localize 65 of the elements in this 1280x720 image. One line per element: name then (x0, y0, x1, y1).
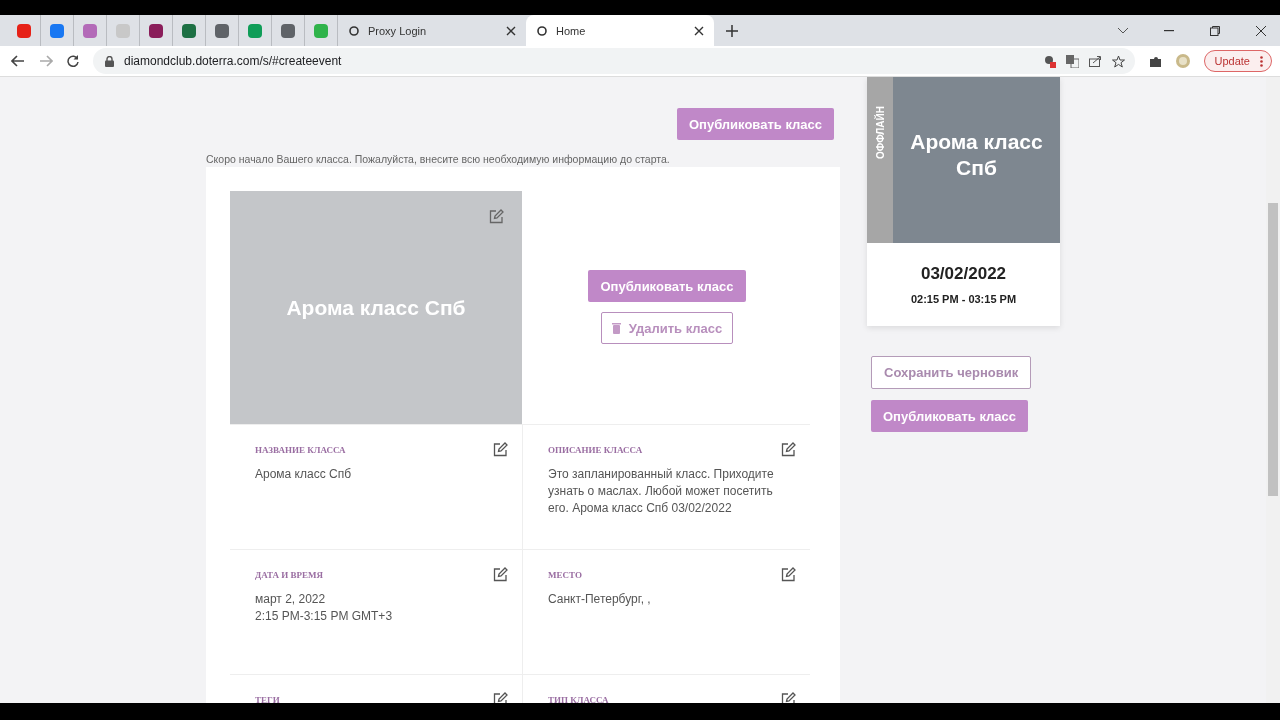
site-icon (83, 23, 97, 38)
field-label: НАЗВАНИЕ КЛАССА (255, 444, 346, 455)
field-label: ТЕГИ (255, 694, 280, 703)
field-label: ТИП КЛАССА (548, 694, 609, 703)
trash-icon (611, 322, 621, 334)
site-icon (348, 24, 360, 37)
back-icon[interactable] (11, 55, 25, 67)
browser-tab[interactable]: Home (526, 15, 714, 46)
field-label: ОПИСАНИЕ КЛАССА (548, 444, 643, 455)
publish-button[interactable]: Опубликовать класс (588, 270, 746, 302)
close-icon[interactable] (506, 25, 516, 36)
edit-icon[interactable] (493, 442, 508, 457)
cover-title: Арома класс Спб (286, 295, 466, 320)
field-value: Арома класс Спб (255, 466, 353, 483)
preview-time: 02:15 PM - 03:15 PM (909, 293, 1018, 305)
site-icon (149, 23, 163, 38)
translate-icon[interactable] (1065, 54, 1079, 68)
star-icon[interactable] (1111, 54, 1125, 68)
update-button[interactable]: Update (1203, 50, 1272, 72)
tab-title: Home (556, 24, 587, 37)
site-icon (17, 23, 31, 38)
edit-icon[interactable] (493, 567, 508, 582)
address-bar[interactable]: diamondclub.doterra.com/s/#createevent (93, 48, 1135, 74)
chevron-down-icon[interactable] (1118, 27, 1128, 34)
site-icon (215, 23, 229, 38)
site-icon (182, 23, 196, 38)
preview-date: 03/02/2022 (919, 264, 1008, 284)
reload-icon[interactable] (67, 55, 79, 67)
scrollbar[interactable] (1266, 77, 1280, 703)
preview-title: Арома класс Спб (909, 129, 1044, 181)
field-value: 2:15 PM-3:15 PM GMT+3 (255, 608, 394, 625)
publish-button[interactable]: Опубликовать класс (871, 400, 1029, 432)
browser-tab[interactable]: Proxy Login (338, 15, 526, 46)
delete-button[interactable]: Удалить класс (600, 312, 734, 344)
site-icon (536, 24, 548, 37)
site-icon (116, 23, 130, 38)
close-icon[interactable] (694, 25, 704, 36)
restore-icon[interactable] (1210, 25, 1220, 36)
url-text: diamondclub.doterra.com/s/#createevent (124, 54, 342, 68)
publish-button[interactable]: Опубликовать класс (676, 108, 834, 140)
edit-icon[interactable] (493, 692, 508, 703)
notice-text: Скоро начало Вашего класса. Пожалуйста, внесите всю необходимую информацию до старта. (206, 153, 671, 165)
new-tab-icon[interactable] (726, 24, 738, 37)
edit-icon[interactable] (781, 567, 796, 582)
edit-icon[interactable] (781, 692, 796, 703)
field-value: Это запланированный класс. Приходите узнать о маслах. Любой может посетить его. Арома класс Спб 03/02/2022 (548, 466, 775, 517)
save-draft-button[interactable]: Сохранить черновик (871, 356, 1032, 389)
edit-icon[interactable] (489, 209, 504, 224)
field-label: МЕСТО (548, 569, 582, 580)
share-icon[interactable] (1088, 55, 1102, 67)
tab-title: Proxy Login (368, 24, 428, 37)
site-icon (248, 23, 262, 38)
site-icon (314, 23, 328, 38)
status-label: ОФФЛАЙН (874, 105, 886, 159)
edit-icon[interactable] (781, 442, 796, 457)
field-value: Санкт-Петербург, , (548, 591, 652, 608)
close-icon[interactable] (1256, 25, 1266, 36)
field-value: март 2, 2022 (255, 591, 327, 608)
site-icon (281, 23, 295, 38)
location-icon[interactable] (1043, 54, 1056, 68)
lock-icon (105, 55, 114, 67)
site-icon (50, 23, 64, 38)
field-label: ДАТА И ВРЕМЯ (255, 569, 323, 580)
more-icon[interactable] (1260, 55, 1263, 67)
minimize-icon[interactable] (1164, 29, 1174, 32)
